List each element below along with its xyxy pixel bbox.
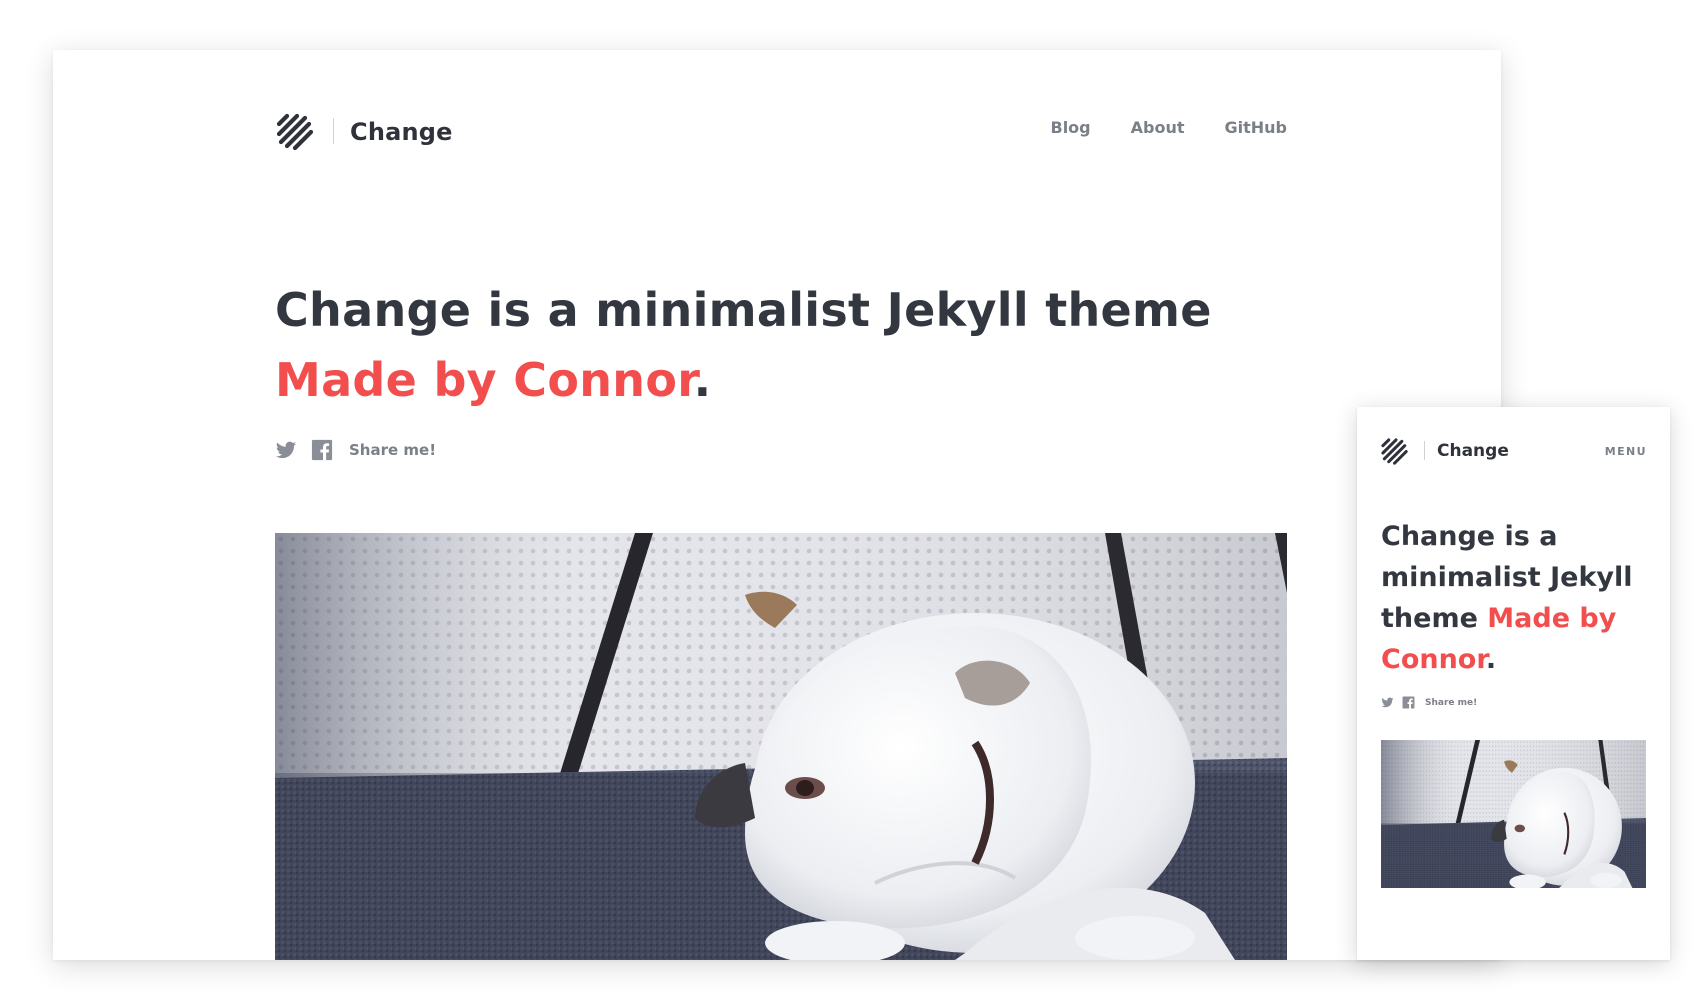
facebook-icon[interactable] (311, 439, 333, 461)
twitter-icon[interactable] (1381, 696, 1394, 709)
mobile-brand-name[interactable]: Change (1437, 441, 1509, 461)
logo-icon[interactable] (275, 112, 319, 156)
nav-github[interactable]: GitHub (1225, 118, 1288, 137)
mobile-logo-icon[interactable] (1380, 437, 1412, 469)
mobile-logo-divider (1424, 441, 1425, 460)
site-header: Change Blog About GitHub (275, 112, 1287, 168)
hero-headline: Change is a minimalist Jekyll theme Made… (275, 275, 1275, 415)
mobile-hero-headline: Change is a minimalist Jekyll theme Made… (1381, 516, 1651, 680)
hero-period: . (693, 353, 712, 407)
desktop-preview: Change Blog About GitHub Change is a min… (53, 50, 1501, 960)
mobile-share-bar: Share me! (1381, 696, 1477, 709)
nav-about[interactable]: About (1131, 118, 1185, 137)
logo-divider (333, 118, 334, 144)
mobile-preview: Change MENU Change is a minimalist Jekyl… (1357, 407, 1670, 960)
twitter-icon[interactable] (275, 439, 297, 461)
bulldog-photo (275, 533, 1287, 960)
mobile-hero-period: . (1485, 644, 1497, 675)
hero-text: Change is a minimalist Jekyll theme (275, 283, 1212, 337)
share-label[interactable]: Share me! (349, 441, 436, 459)
hero-author-link[interactable]: Made by Connor (275, 353, 694, 407)
mobile-menu-button[interactable]: MENU (1605, 445, 1647, 458)
brand-name[interactable]: Change (350, 118, 453, 146)
mobile-share-label[interactable]: Share me! (1425, 698, 1477, 708)
mobile-bulldog-photo (1381, 740, 1646, 888)
main-nav: Blog About GitHub (1051, 118, 1288, 137)
nav-blog[interactable]: Blog (1051, 118, 1091, 137)
share-bar: Share me! (275, 438, 436, 462)
facebook-icon[interactable] (1402, 696, 1415, 709)
